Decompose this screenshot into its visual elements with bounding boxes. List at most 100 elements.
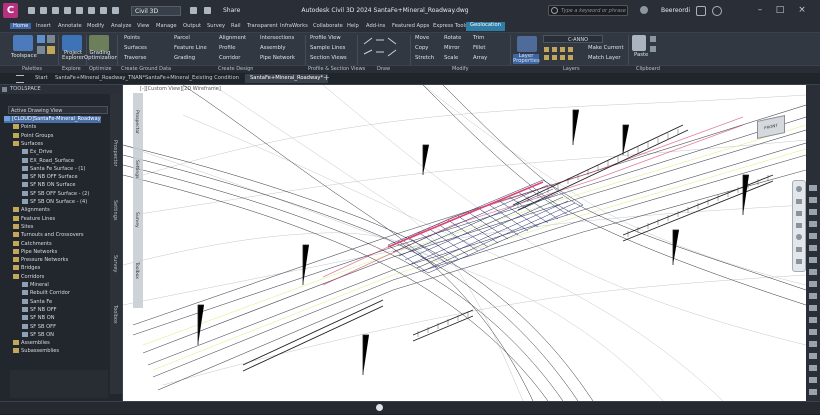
tree-item[interactable]: Catchments xyxy=(13,240,52,248)
close-button[interactable]: × xyxy=(794,3,810,17)
layer-select[interactable]: C-ANNO xyxy=(543,35,603,43)
plot-icon[interactable] xyxy=(88,7,95,14)
tree-item[interactable]: Points xyxy=(13,124,36,131)
menu-view[interactable]: View xyxy=(137,23,149,29)
tree-item[interactable]: [CLOUD]SantaFe-Mineral_Roadway xyxy=(4,116,101,123)
menu-express-tools[interactable]: Express Tools xyxy=(433,23,468,29)
tree-item[interactable]: SF NB OFF xyxy=(22,306,57,314)
menu-collaborate[interactable]: Collaborate xyxy=(313,23,343,29)
tree-item[interactable]: SF SB OFF xyxy=(22,323,56,331)
tree-item[interactable]: SF SB ON Surface - (4) xyxy=(22,199,87,206)
project-explorer-icon[interactable] xyxy=(62,35,82,51)
tree-item[interactable]: Pressure Networks xyxy=(13,257,68,264)
tree-item[interactable]: Pipe Networks xyxy=(13,248,57,256)
open-file-icon[interactable] xyxy=(40,7,47,14)
menu-home[interactable]: Home xyxy=(10,23,32,29)
menu-featured-apps[interactable]: Featured Apps xyxy=(392,23,429,29)
surfaces-button[interactable]: Surfaces xyxy=(124,45,147,51)
maximize-button[interactable]: □ xyxy=(772,3,788,17)
viewport-controls[interactable]: [-][Custom View][2D Wireframe] xyxy=(140,86,221,92)
app-logo[interactable]: C xyxy=(3,3,18,18)
menu-addins[interactable]: Add-ins xyxy=(366,23,385,29)
panel-label-create-design[interactable]: Create Design xyxy=(218,66,253,72)
menu-help[interactable]: Help xyxy=(347,23,359,29)
tree-item[interactable]: Assemblies xyxy=(13,340,50,347)
grading-optimization-button[interactable]: Grading Optimization xyxy=(84,50,118,61)
tree-item[interactable]: Santa Fe Surface - (1) xyxy=(22,165,85,173)
tree-item[interactable]: Santa Fe xyxy=(22,298,52,306)
match-layer-button[interactable]: Match Layer xyxy=(588,55,621,61)
parcel-button[interactable]: Parcel xyxy=(174,35,190,41)
canvas-tab-survey[interactable]: Survey xyxy=(134,212,139,228)
tree-item[interactable]: Point Groups xyxy=(13,132,53,140)
section-views-button[interactable]: Section Views xyxy=(310,55,347,61)
minimize-button[interactable]: – xyxy=(752,3,768,17)
drawing-canvas[interactable] xyxy=(123,85,806,401)
tab-file-roadway[interactable]: SantaFe+Mineral_Roadway* xyxy=(245,74,329,83)
scale-button[interactable]: Scale xyxy=(444,55,458,61)
undo-icon[interactable] xyxy=(100,7,107,14)
fillet-button[interactable]: Fillet xyxy=(473,45,485,51)
tool-palette-icon[interactable] xyxy=(37,46,45,54)
menu-rail[interactable]: Rail xyxy=(231,23,241,29)
paste-icon[interactable] xyxy=(632,35,646,51)
layer-properties-button[interactable]: Layer Properties xyxy=(513,53,540,64)
tree-item[interactable]: SF NB ON xyxy=(22,315,55,322)
tree-item[interactable]: SF SB ON xyxy=(22,331,54,339)
new-tab-icon[interactable]: + xyxy=(323,73,330,82)
tree-item[interactable]: Surfaces xyxy=(13,140,43,148)
cut-icon[interactable] xyxy=(650,46,656,52)
tab-survey[interactable]: Survey xyxy=(112,255,118,272)
paste-button[interactable]: Paste xyxy=(634,52,648,58)
tree-item[interactable]: Subassemblies xyxy=(13,348,59,355)
help-icon[interactable] xyxy=(712,6,722,16)
view-select[interactable]: Active Drawing View xyxy=(8,106,108,114)
save-as-icon[interactable] xyxy=(64,7,71,14)
tab-file-existing[interactable]: SantaFe+Mineral_Existing Condition xyxy=(140,74,244,83)
search-input[interactable]: Type a keyword or phrase xyxy=(548,5,628,16)
sample-lines-button[interactable]: Sample Lines xyxy=(310,45,345,51)
menu-output[interactable]: Output xyxy=(183,23,201,29)
pipe-network-button[interactable]: Pipe Network xyxy=(260,55,295,61)
redo-icon[interactable] xyxy=(112,7,119,14)
profile-button[interactable]: Profile xyxy=(219,45,235,51)
grading-button[interactable]: Grading xyxy=(174,55,195,61)
user-icon[interactable] xyxy=(640,6,648,14)
tree-item[interactable]: EX_Road_Surface xyxy=(22,157,74,165)
canvas-tab-settings[interactable]: Settings xyxy=(134,160,139,178)
project-explorer-button[interactable]: Project Explorer xyxy=(60,50,86,61)
panel-label-layers[interactable]: Layers xyxy=(563,66,580,72)
palette-icon[interactable] xyxy=(37,35,45,43)
trim-button[interactable]: Trim xyxy=(473,35,484,41)
tree-item[interactable]: SF NB ON Surface xyxy=(22,182,76,189)
tree-item[interactable]: Feature Lines xyxy=(13,215,55,223)
layer-tools[interactable] xyxy=(543,46,585,62)
points-button[interactable]: Points xyxy=(124,35,140,41)
assembly-button[interactable]: Assembly xyxy=(260,45,286,51)
tree-item[interactable]: Alignments xyxy=(13,207,50,214)
layer-icon[interactable] xyxy=(190,7,197,14)
layer-properties-icon[interactable] xyxy=(517,36,537,52)
copy-clip-icon[interactable] xyxy=(650,36,656,42)
draw-tools[interactable] xyxy=(362,36,406,60)
save-icon[interactable] xyxy=(52,7,59,14)
menu-survey[interactable]: Survey xyxy=(207,23,225,29)
tree-item[interactable]: Ex_Drive xyxy=(22,149,52,156)
stretch-button[interactable]: Stretch xyxy=(415,55,434,61)
panel-label-palettes[interactable]: Palettes xyxy=(22,66,42,72)
tree-item[interactable]: Sites xyxy=(13,223,33,231)
tab-settings[interactable]: Settings xyxy=(112,200,118,221)
traverse-button[interactable]: Traverse xyxy=(124,55,146,61)
match-icon[interactable] xyxy=(204,7,211,14)
tree-item[interactable]: SF NB OFF Surface xyxy=(22,174,78,181)
move-button[interactable]: Move xyxy=(415,35,429,41)
mirror-button[interactable]: Mirror xyxy=(444,45,460,51)
grading-optimization-icon[interactable] xyxy=(89,35,109,51)
intersections-button[interactable]: Intersections xyxy=(260,35,294,41)
navigation-bar[interactable] xyxy=(792,180,806,272)
properties-icon[interactable] xyxy=(47,35,55,43)
corridor-button[interactable]: Corridor xyxy=(219,55,240,61)
tree-item[interactable]: Corridors xyxy=(13,273,44,281)
panel-label-create-ground-data[interactable]: Create Ground Data xyxy=(121,66,171,72)
rotate-button[interactable]: Rotate xyxy=(444,35,461,41)
